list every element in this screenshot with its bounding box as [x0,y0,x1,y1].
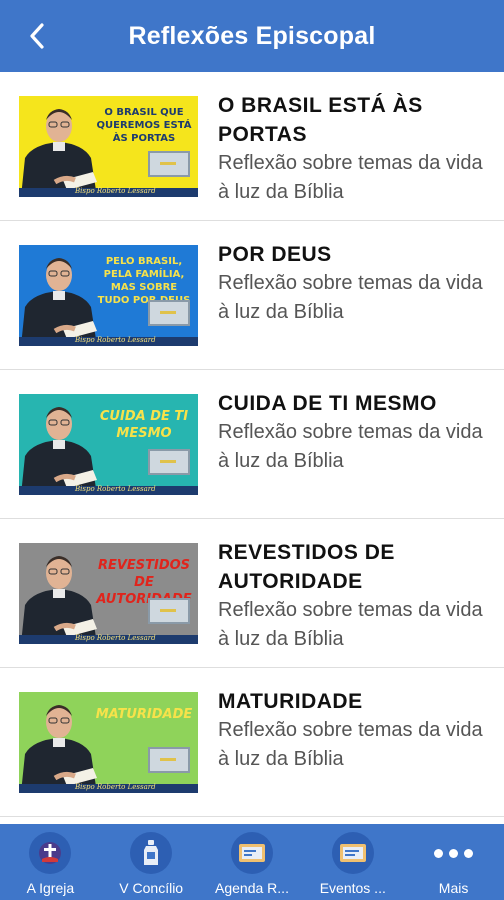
item-title: REVESTIDOS DE AUTORIDADE [218,541,395,593]
item-text: REVESTIDOS DE AUTORIDADE Reflexão sobre t… [218,538,488,654]
reflection-thumbnail: REVESTIDOS DE AUTORIDADE Bispo Roberto Le… [19,543,198,644]
tab-label: Mais [438,880,469,896]
bishop-portrait [21,705,97,793]
thumbnail-caption: MATURIDADE [95,707,193,722]
signature-bar: Bispo Roberto Lessard [19,485,198,495]
bottom-tab-bar: A Igreja V Concílio Agenda R... Eventos … [0,824,504,900]
tab-a-igreja[interactable]: A Igreja [0,824,101,900]
list-item[interactable]: REVESTIDOS DE AUTORIDADE Bispo Roberto Le… [0,519,504,668]
more-dots-icon [434,832,474,874]
tab-label: V Concílio [119,880,184,896]
item-subtitle: Reflexão sobre temas da vida à luz da Bí… [218,152,483,203]
thumbnail-signature: Bispo Roberto Lessard [75,634,156,642]
tab-label: Agenda R... [215,880,289,896]
thumbnail-signature: Bispo Roberto Lessard [75,336,156,344]
bottle-icon [130,832,173,874]
bishop-portrait [21,258,97,346]
item-title: POR DEUS [218,243,332,266]
bishop-portrait [21,109,97,197]
bishop-portrait [21,407,97,495]
item-title: O BRASIL ESTÁ ÀS PORTAS [218,94,423,146]
signature-bar: Bispo Roberto Lessard [19,187,198,197]
screen-graphic [148,747,190,773]
item-subtitle: Reflexão sobre temas da vida à luz da Bí… [218,719,483,770]
tab-label: A Igreja [26,880,75,896]
list-item[interactable]: O BRASIL QUE QUEREMOS ESTÁ ÀS PORTAS Bisp… [0,72,504,221]
item-subtitle: Reflexão sobre temas da vida à luz da Bí… [218,421,483,472]
tab-agenda[interactable]: Agenda R... [202,824,303,900]
screen-graphic [148,300,190,326]
item-text: POR DEUS Reflexão sobre temas da vida à l… [218,240,488,327]
signature-bar: Bispo Roberto Lessard [19,634,198,644]
item-text: O BRASIL ESTÁ ÀS PORTAS Reflexão sobre te… [218,91,488,207]
signature-bar: Bispo Roberto Lessard [19,783,198,793]
list-item[interactable]: PELO BRASIL, PELA FAMÍLIA, MAS SOBRE TUD… [0,221,504,370]
church-icon [29,832,72,874]
page-title: Reflexões Episcopal [128,21,376,50]
reflection-thumbnail: CUIDA DE TI MESMO Bispo Roberto Lessard [19,394,198,495]
screen-graphic [148,598,190,624]
reflection-thumbnail: O BRASIL QUE QUEREMOS ESTÁ ÀS PORTAS Bisp… [19,96,198,197]
thumbnail-signature: Bispo Roberto Lessard [75,187,156,195]
app-header: Reflexões Episcopal [0,0,504,72]
item-title: MATURIDADE [218,690,363,713]
calendar-card-icon [230,832,273,874]
screen-graphic [148,449,190,475]
chevron-left-icon[interactable] [20,18,54,54]
tab-eventos[interactable]: Eventos ... [302,824,403,900]
item-subtitle: Reflexão sobre temas da vida à luz da Bí… [218,272,483,323]
reflection-thumbnail: PELO BRASIL, PELA FAMÍLIA, MAS SOBRE TUD… [19,245,198,346]
tab-v-concilio[interactable]: V Concílio [101,824,202,900]
list-item[interactable]: MATURIDADE Bispo Roberto Lessard MATURIDAD… [0,668,504,817]
tab-label: Eventos ... [319,880,386,896]
signature-bar: Bispo Roberto Lessard [19,336,198,346]
event-card-icon [331,832,374,874]
bishop-portrait [21,556,97,644]
thumbnail-caption: O BRASIL QUE QUEREMOS ESTÁ ÀS PORTAS [96,107,192,144]
thumbnail-signature: Bispo Roberto Lessard [75,485,156,493]
reflections-list: O BRASIL QUE QUEREMOS ESTÁ ÀS PORTAS Bisp… [0,72,504,824]
item-text: MATURIDADE Reflexão sobre temas da vida à… [218,687,488,774]
list-item[interactable]: CUIDA DE TI MESMO Bispo Roberto Lessard CU… [0,370,504,519]
thumbnail-signature: Bispo Roberto Lessard [75,783,156,791]
screen-graphic [148,151,190,177]
reflection-thumbnail: MATURIDADE Bispo Roberto Lessard [19,692,198,793]
tab-mais[interactable]: Mais [403,824,504,900]
item-title: CUIDA DE TI MESMO [218,392,437,415]
item-subtitle: Reflexão sobre temas da vida à luz da Bí… [218,599,483,650]
thumbnail-caption: CUIDA DE TI MESMO [99,409,189,441]
item-text: CUIDA DE TI MESMO Reflexão sobre temas da… [218,389,488,476]
